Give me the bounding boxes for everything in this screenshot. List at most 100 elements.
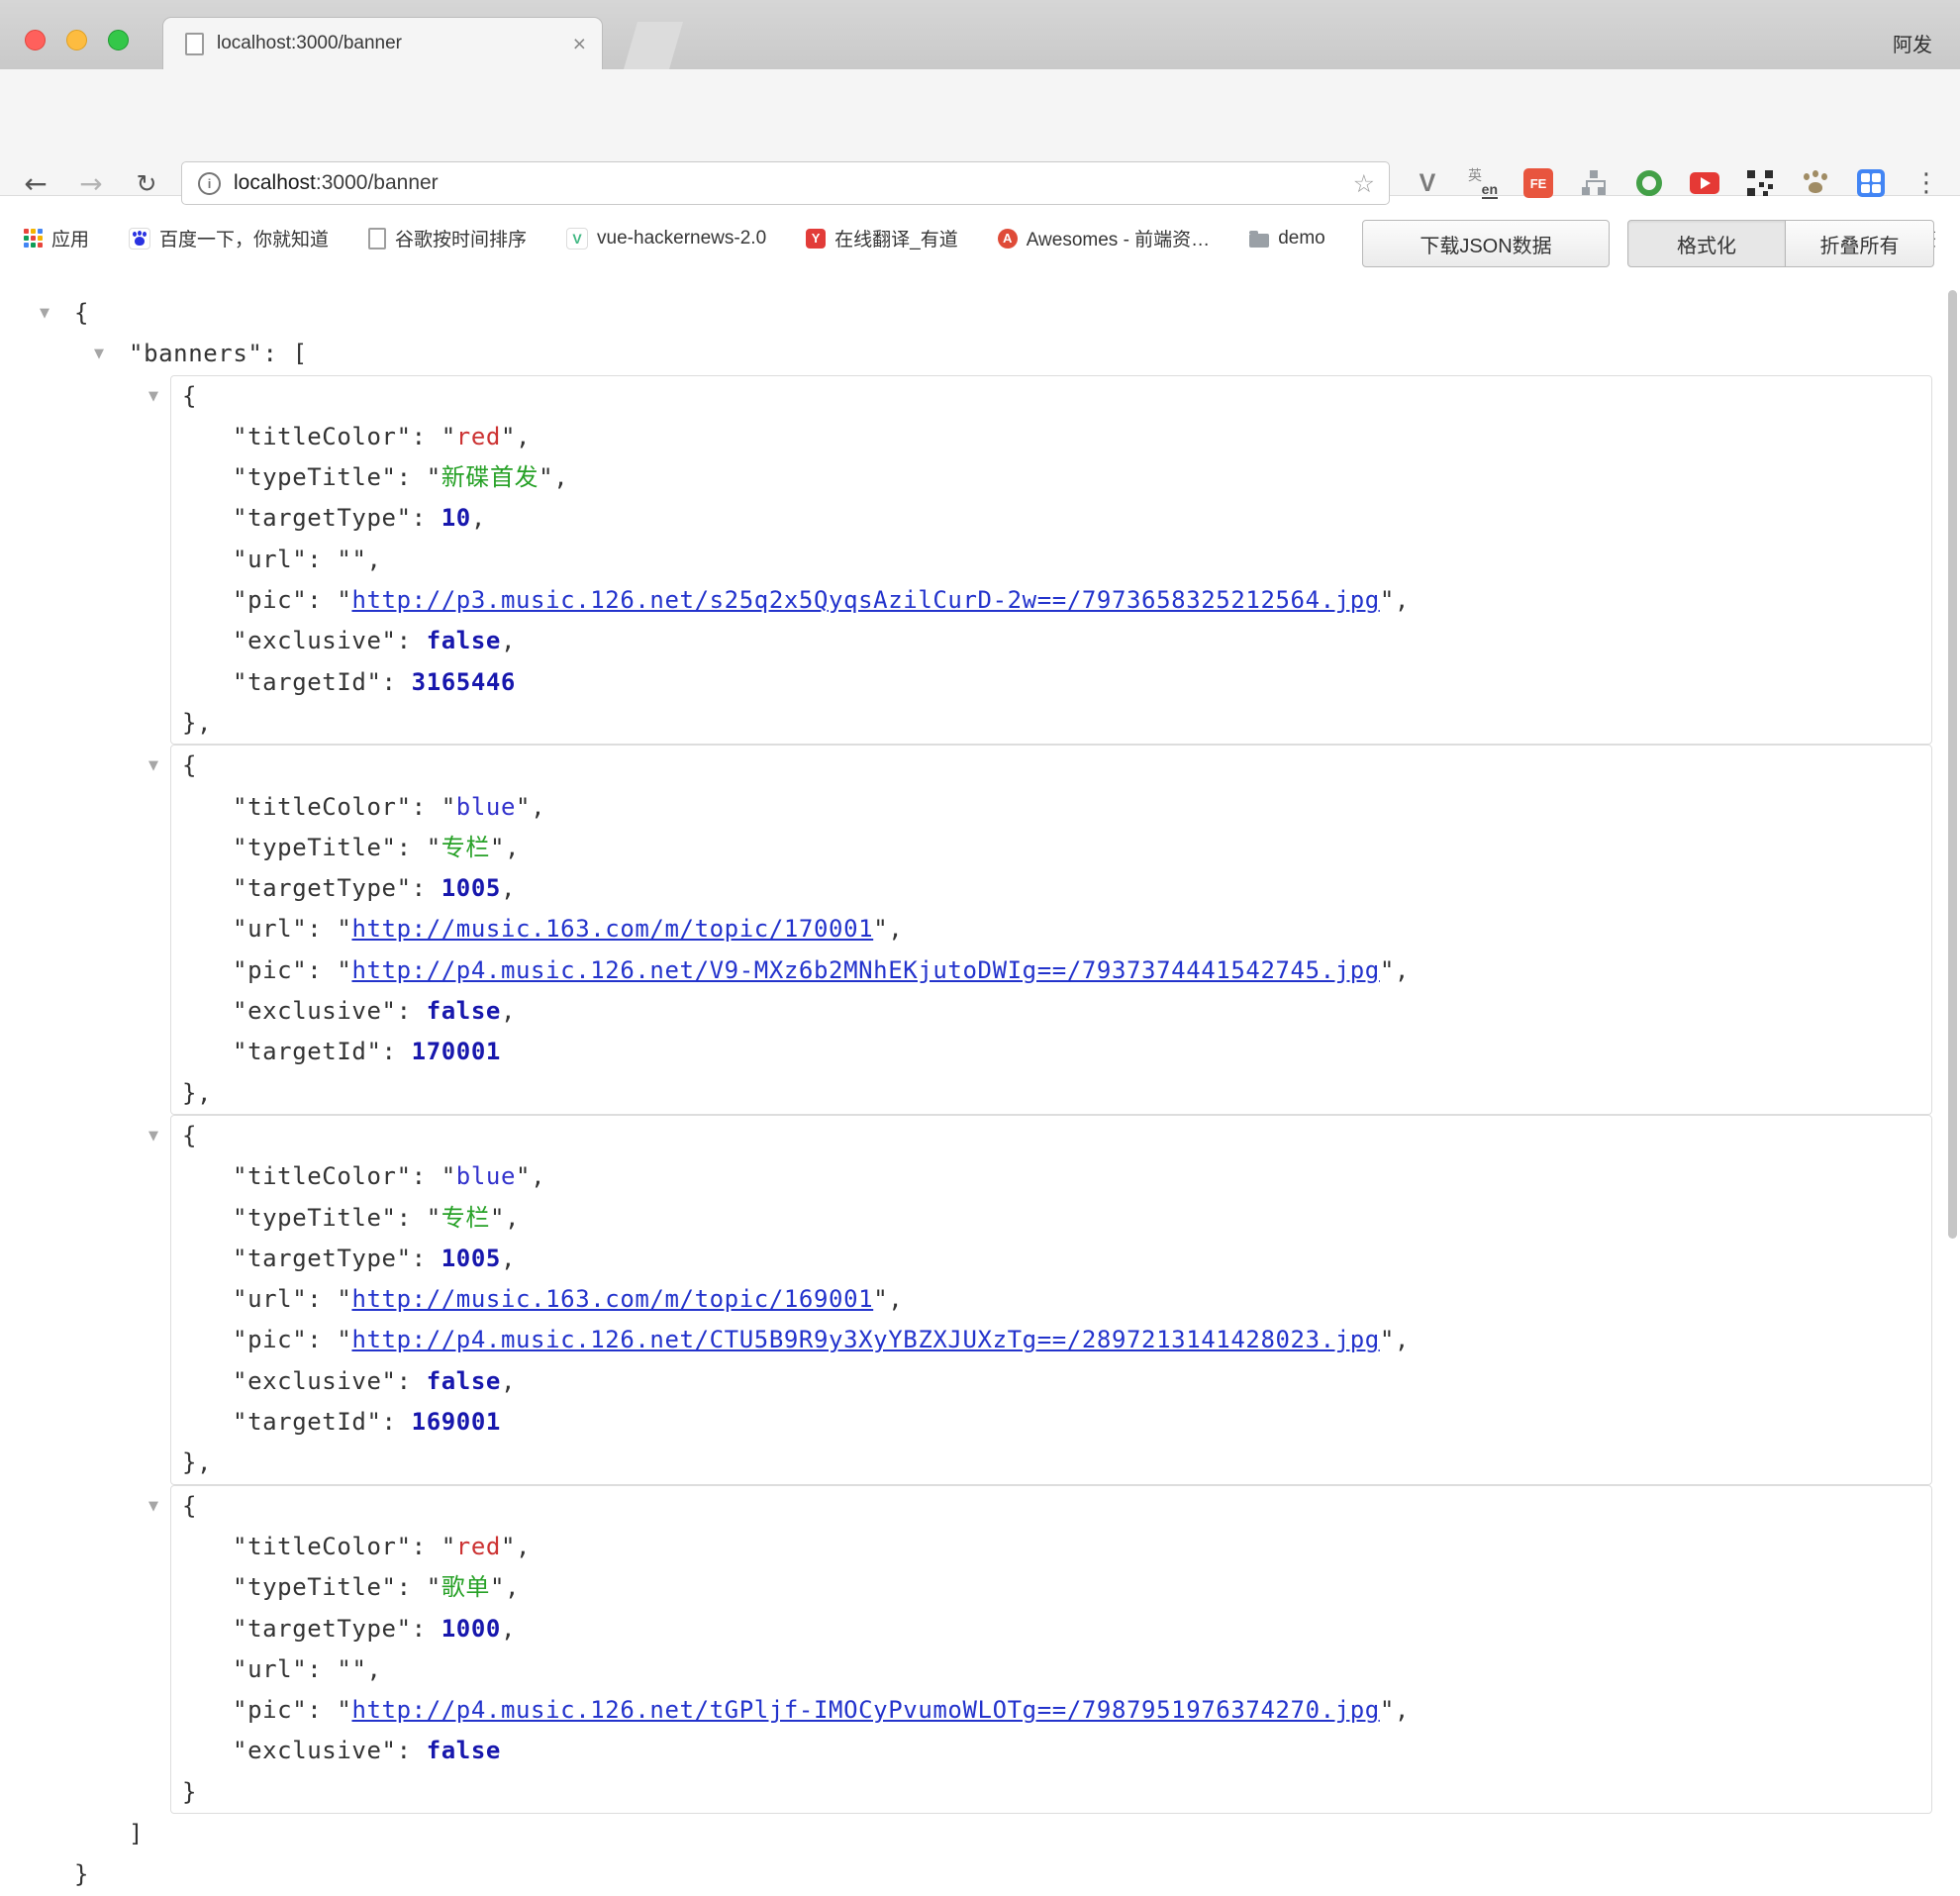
blue-grid-extension-icon[interactable] xyxy=(1851,163,1891,203)
forward-button[interactable]: → xyxy=(71,161,111,205)
json-token: 1005 xyxy=(441,1245,501,1272)
json-line: } xyxy=(0,1854,1960,1895)
json-token: " xyxy=(351,1655,366,1683)
json-token: " xyxy=(397,1615,412,1643)
json-link[interactable]: http://p4.music.126.net/V9-MXz6b2MNhEKju… xyxy=(351,956,1379,984)
collapse-arrow-icon[interactable]: ▼ xyxy=(148,376,159,417)
bookmark-label: 在线翻译_有道 xyxy=(834,225,958,251)
format-button[interactable]: 格式化 xyxy=(1627,220,1786,267)
json-token: " xyxy=(490,834,505,861)
fe-glyph: FE xyxy=(1523,168,1553,198)
json-link[interactable]: http://p3.music.126.net/s25q2x5QyqsAzilC… xyxy=(351,586,1379,614)
json-line: "exclusive": false xyxy=(171,1731,1931,1771)
json-token: " xyxy=(337,586,351,614)
address-bar[interactable]: i localhost:3000/banner ☆ xyxy=(181,161,1390,205)
page-favicon-icon xyxy=(185,33,204,55)
baidu-paw-icon xyxy=(129,228,150,249)
collapse-all-button[interactable]: 折叠所有 xyxy=(1786,220,1934,267)
collapse-arrow-icon[interactable]: ▼ xyxy=(148,746,159,786)
translate-extension-icon[interactable]: 英en xyxy=(1463,163,1503,203)
json-token: : xyxy=(412,793,441,821)
play-button-extension-icon[interactable] xyxy=(1685,163,1724,203)
json-token: typeTitle xyxy=(247,1204,381,1232)
json-object-card: ▼{"titleColor": "blue","typeTitle": "专栏"… xyxy=(170,1115,1932,1485)
json-link[interactable]: http://music.163.com/m/topic/170001 xyxy=(351,915,873,943)
bookmark-item-google-sort[interactable]: 谷歌按时间排序 xyxy=(368,225,527,251)
reload-button[interactable]: ↻ xyxy=(127,161,166,205)
extension-icons-row: V 英en FE ⋮ xyxy=(1408,163,1946,203)
json-token: " xyxy=(233,586,247,614)
json-token: , xyxy=(516,423,531,450)
paw-extension-icon[interactable] xyxy=(1796,163,1835,203)
bookmark-item-awesomes[interactable]: A Awesomes - 前端资… xyxy=(998,225,1210,251)
bookmark-item-demo[interactable]: demo xyxy=(1249,228,1325,249)
json-token: : xyxy=(307,956,337,984)
json-token: pic xyxy=(247,1696,292,1724)
json-token: " xyxy=(441,1162,456,1190)
json-token: 169001 xyxy=(412,1408,501,1436)
json-token: , xyxy=(505,834,520,861)
json-token: " xyxy=(292,1285,307,1313)
json-token: " xyxy=(292,546,307,573)
green-ring-extension-icon[interactable] xyxy=(1629,163,1669,203)
fehelper-extension-icon[interactable]: FE xyxy=(1519,163,1558,203)
bookmark-item-apps[interactable]: 应用 xyxy=(24,225,89,251)
json-token: { xyxy=(182,751,197,779)
json-token: " xyxy=(501,1533,516,1560)
collapse-arrow-icon[interactable]: ▼ xyxy=(148,1486,159,1527)
json-token: " xyxy=(366,1038,381,1065)
collapse-arrow-icon[interactable]: ▼ xyxy=(94,334,105,374)
bookmark-item-vue[interactable]: V vue-hackernews-2.0 xyxy=(566,228,766,249)
browser-tab[interactable]: localhost:3000/banner × xyxy=(162,17,603,69)
bookmark-label: demo xyxy=(1278,228,1325,249)
close-window-button[interactable] xyxy=(25,30,46,50)
minimize-window-button[interactable] xyxy=(66,30,87,50)
v-extension-icon[interactable]: V xyxy=(1408,163,1447,203)
qr-code-extension-icon[interactable] xyxy=(1740,163,1780,203)
tab-close-icon[interactable]: × xyxy=(573,33,586,55)
bookmark-star-icon[interactable]: ☆ xyxy=(1353,169,1375,198)
collapse-arrow-icon[interactable]: ▼ xyxy=(40,293,50,334)
json-token: { xyxy=(182,1122,197,1149)
json-token: url xyxy=(247,915,292,943)
qr-glyph xyxy=(1747,170,1773,196)
json-token: " xyxy=(233,1204,247,1232)
json-token: , xyxy=(501,1245,516,1272)
browser-toolbar: ← → ↻ i localhost:3000/banner ☆ V 英en FE… xyxy=(0,69,1960,196)
json-token: " xyxy=(1380,956,1395,984)
json-token: typeTitle xyxy=(247,834,381,861)
json-token: " xyxy=(382,1367,397,1395)
collapse-arrow-icon[interactable]: ▼ xyxy=(148,1116,159,1156)
json-line: "typeTitle": "新碟首发", xyxy=(171,457,1931,498)
json-line: "typeTitle": "专栏", xyxy=(171,1198,1931,1239)
json-token: targetId xyxy=(247,1038,366,1065)
json-link[interactable]: http://p4.music.126.net/CTU5B9R9y3XyYBZX… xyxy=(351,1326,1379,1353)
json-token: " xyxy=(441,1533,456,1560)
zoom-window-button[interactable] xyxy=(108,30,129,50)
sitemap-extension-icon[interactable] xyxy=(1574,163,1614,203)
bookmark-item-baidu[interactable]: 百度一下，你就知道 xyxy=(129,225,329,251)
json-link[interactable]: http://music.163.com/m/topic/169001 xyxy=(351,1285,873,1313)
json-token: " xyxy=(441,793,456,821)
back-button[interactable]: ← xyxy=(16,161,55,205)
scrollbar-thumb[interactable] xyxy=(1948,290,1957,1239)
json-token: url xyxy=(247,1285,292,1313)
browser-menu-button[interactable]: ⋮ xyxy=(1907,163,1946,203)
json-line: "pic": "http://p4.music.126.net/V9-MXz6b… xyxy=(171,950,1931,991)
download-json-button[interactable]: 下载JSON数据 xyxy=(1362,220,1610,267)
json-token: " xyxy=(873,1285,888,1313)
new-tab-button[interactable] xyxy=(624,22,683,69)
profile-name[interactable]: 阿发 xyxy=(1893,29,1932,57)
bookmark-item-youdao[interactable]: Y 在线翻译_有道 xyxy=(806,225,958,251)
json-token: blue xyxy=(456,1162,516,1190)
page-info-icon[interactable]: i xyxy=(198,172,221,195)
json-token: titleColor xyxy=(247,423,397,450)
json-token: , xyxy=(501,1367,516,1395)
json-token: , xyxy=(501,997,516,1025)
json-token: , xyxy=(505,1573,520,1601)
json-line: "titleColor": "red", xyxy=(171,1527,1931,1567)
json-token: " xyxy=(292,915,307,943)
json-token: " xyxy=(233,423,247,450)
json-link[interactable]: http://p4.music.126.net/tGPljf-IMOCyPvum… xyxy=(351,1696,1379,1724)
url-path: :3000/banner xyxy=(316,171,439,194)
